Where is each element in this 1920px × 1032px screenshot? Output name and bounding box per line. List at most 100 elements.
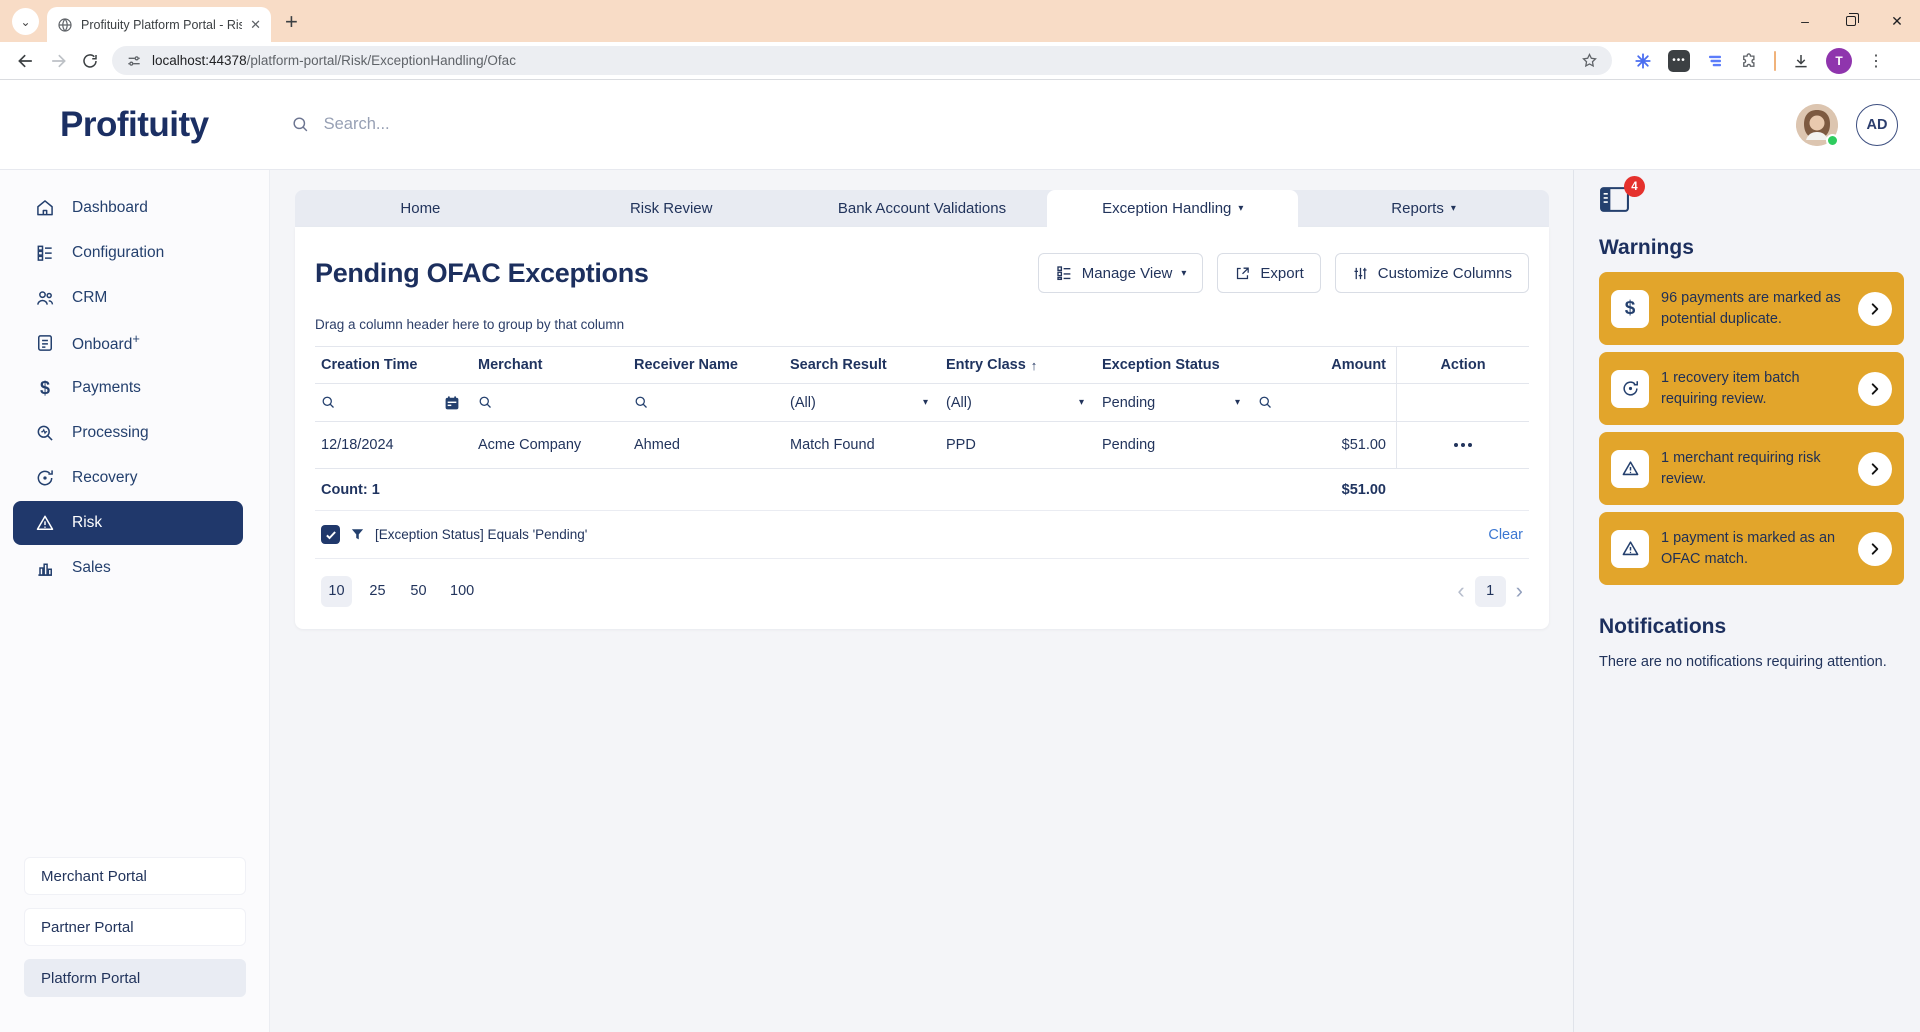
browser-profile-avatar[interactable]: T bbox=[1826, 48, 1852, 74]
row-actions-button[interactable] bbox=[1448, 437, 1478, 453]
browser-tab[interactable]: Profituity Platform Portal - Risk ✕ bbox=[47, 7, 271, 42]
tab-home[interactable]: Home bbox=[295, 190, 546, 227]
downloads-icon[interactable] bbox=[1792, 52, 1810, 70]
calendar-icon[interactable] bbox=[444, 395, 460, 411]
sidebar-item-dashboard[interactable]: Dashboard bbox=[13, 186, 243, 230]
filter-funnel-icon bbox=[350, 527, 365, 542]
user-initials-badge[interactable]: AD bbox=[1856, 104, 1898, 146]
platform-portal-button[interactable]: Platform Portal bbox=[24, 959, 246, 997]
warnings-title: Warnings bbox=[1599, 236, 1903, 260]
sidebar-item-payments[interactable]: $ Payments bbox=[13, 366, 243, 410]
current-page[interactable]: 1 bbox=[1475, 576, 1506, 607]
recovery-icon bbox=[1611, 370, 1649, 408]
tab-reports[interactable]: Reports▾ bbox=[1298, 190, 1549, 227]
cell-creation-time: 12/18/2024 bbox=[315, 437, 472, 453]
chevron-right-button[interactable] bbox=[1858, 372, 1892, 406]
forward-button[interactable] bbox=[42, 45, 74, 77]
column-header-receiver-name[interactable]: Receiver Name bbox=[628, 357, 784, 373]
password-extension-icon[interactable]: ••• bbox=[1668, 50, 1690, 72]
sidebar-item-crm[interactable]: CRM bbox=[13, 276, 243, 320]
panel-toggle-button[interactable]: 4 bbox=[1599, 186, 1633, 218]
clear-filter-link[interactable]: Clear bbox=[1488, 527, 1529, 543]
bookmark-star-icon[interactable] bbox=[1581, 52, 1598, 69]
page-size-25[interactable]: 25 bbox=[362, 576, 393, 607]
chevron-right-button[interactable] bbox=[1858, 292, 1892, 326]
extensions-puzzle-icon[interactable] bbox=[1740, 52, 1758, 70]
chevron-down-icon: ▾ bbox=[1238, 203, 1243, 214]
chevron-down-icon: ▾ bbox=[1079, 397, 1084, 408]
manage-view-button[interactable]: Manage View ▾ bbox=[1038, 253, 1204, 293]
browser-menu-icon[interactable]: ⋮ bbox=[1868, 51, 1884, 71]
tab-exception-handling[interactable]: Exception Handling▾ bbox=[1047, 190, 1298, 227]
search-icon bbox=[321, 395, 336, 410]
refresh-button[interactable] bbox=[74, 45, 106, 77]
table-row[interactable]: 12/18/2024 Acme Company Ahmed Match Foun… bbox=[315, 422, 1529, 469]
browser-tab-title: Profituity Platform Portal - Risk bbox=[81, 18, 242, 32]
merchant-portal-button[interactable]: Merchant Portal bbox=[24, 857, 246, 895]
tab-close-icon[interactable]: ✕ bbox=[250, 17, 261, 33]
warning-duplicate-payments[interactable]: $ 96 payments are marked as potential du… bbox=[1599, 272, 1904, 345]
configuration-icon bbox=[35, 243, 55, 263]
sidebar-item-recovery[interactable]: Recovery bbox=[13, 456, 243, 500]
sidebar-item-configuration[interactable]: Configuration bbox=[13, 231, 243, 275]
user-avatar[interactable] bbox=[1796, 104, 1838, 146]
sidebar-item-label: Onboard+ bbox=[72, 331, 140, 354]
spinner-extension-icon[interactable] bbox=[1634, 52, 1652, 70]
entry-class-filter-dropdown[interactable]: (All) ▾ bbox=[940, 384, 1096, 421]
manage-view-icon bbox=[1055, 264, 1073, 282]
export-button[interactable]: Export bbox=[1217, 253, 1320, 293]
site-settings-icon[interactable] bbox=[126, 53, 142, 69]
window-restore-button[interactable] bbox=[1828, 0, 1874, 42]
page-size-50[interactable]: 50 bbox=[403, 576, 434, 607]
warning-recovery-batch[interactable]: 1 recovery item batch requiring review. bbox=[1599, 352, 1904, 425]
amount-filter[interactable] bbox=[1252, 384, 1396, 421]
back-button[interactable] bbox=[10, 45, 42, 77]
group-by-hint[interactable]: Drag a column header here to group by th… bbox=[315, 317, 1529, 332]
search-input[interactable] bbox=[324, 115, 824, 134]
customize-columns-button[interactable]: Customize Columns bbox=[1335, 253, 1529, 293]
summary-row: Count: 1 $51.00 bbox=[315, 469, 1529, 511]
alerts-panel: 4 Warnings $ 96 payments are marked as p… bbox=[1573, 170, 1920, 1032]
column-header-exception-status[interactable]: Exception Status bbox=[1096, 357, 1252, 373]
column-header-search-result[interactable]: Search Result bbox=[784, 357, 940, 373]
merchant-filter[interactable] bbox=[472, 384, 628, 421]
column-header-creation-time[interactable]: Creation Time bbox=[315, 357, 472, 373]
previous-page-button[interactable]: ‹ bbox=[1457, 580, 1464, 602]
column-header-merchant[interactable]: Merchant bbox=[472, 357, 628, 373]
column-header-amount[interactable]: Amount bbox=[1252, 357, 1396, 373]
filter-row: (All) ▾ (All) ▾ Pending ▾ bbox=[315, 384, 1529, 422]
filter-expression: [Exception Status] Equals 'Pending' bbox=[375, 527, 587, 542]
app-header: Profituity AD bbox=[0, 80, 1920, 170]
sidebar-item-risk[interactable]: Risk bbox=[13, 501, 243, 545]
next-page-button[interactable]: › bbox=[1516, 580, 1523, 602]
partner-portal-button[interactable]: Partner Portal bbox=[24, 908, 246, 946]
app-logo[interactable]: Profituity bbox=[60, 105, 209, 145]
tab-risk-review[interactable]: Risk Review bbox=[546, 190, 797, 227]
sidebar-item-sales[interactable]: Sales bbox=[13, 546, 243, 590]
processing-search-icon bbox=[35, 423, 55, 443]
bars-extension-icon[interactable] bbox=[1706, 52, 1724, 70]
page-size-100[interactable]: 100 bbox=[444, 576, 480, 607]
chevron-right-button[interactable] bbox=[1858, 532, 1892, 566]
chevron-right-button[interactable] bbox=[1858, 452, 1892, 486]
window-minimize-button[interactable]: – bbox=[1782, 0, 1828, 42]
exception-status-filter-dropdown[interactable]: Pending ▾ bbox=[1096, 384, 1252, 421]
window-close-button[interactable]: ✕ bbox=[1874, 0, 1920, 42]
search-result-filter-dropdown[interactable]: (All) ▾ bbox=[784, 384, 940, 421]
sidebar-item-processing[interactable]: Processing bbox=[13, 411, 243, 455]
creation-time-filter[interactable] bbox=[315, 384, 472, 421]
tab-search-button[interactable]: ⌄ bbox=[12, 8, 39, 35]
tab-bank-account-validations[interactable]: Bank Account Validations bbox=[797, 190, 1048, 227]
url-bar[interactable]: localhost:44378/platform-portal/Risk/Exc… bbox=[112, 46, 1612, 75]
warning-ofac-match[interactable]: 1 payment is marked as an OFAC match. bbox=[1599, 512, 1904, 585]
page-size-10[interactable]: 10 bbox=[321, 576, 352, 607]
receiver-name-filter[interactable] bbox=[628, 384, 784, 421]
sidebar-item-onboard[interactable]: Onboard+ bbox=[13, 321, 243, 365]
url-host: localhost:44378 bbox=[152, 53, 247, 68]
column-header-entry-class[interactable]: Entry Class↑ bbox=[940, 357, 1096, 373]
new-tab-button[interactable]: + bbox=[285, 11, 298, 33]
browser-toolbar: localhost:44378/platform-portal/Risk/Exc… bbox=[0, 42, 1920, 80]
warning-merchant-risk-review[interactable]: 1 merchant requiring risk review. bbox=[1599, 432, 1904, 505]
warning-triangle-icon bbox=[1611, 450, 1649, 488]
filter-enabled-checkbox[interactable] bbox=[321, 525, 340, 544]
